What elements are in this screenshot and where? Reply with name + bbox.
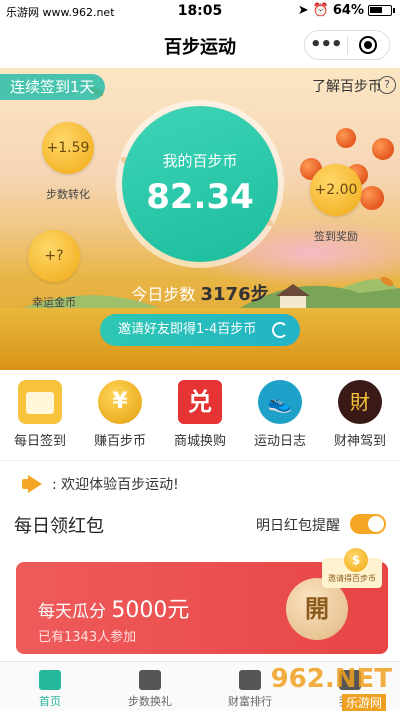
menu-label: 每日签到: [13, 434, 66, 449]
shoe-icon: 👟: [258, 380, 302, 424]
shoe-icon: [39, 670, 61, 690]
red-packet-card[interactable]: 每天瓜分 5000元 已有1343人参加 開 邀请得百步币 $: [16, 548, 388, 654]
alarm-icon: ⏰: [312, 3, 329, 18]
tab-label: 财富排行: [228, 695, 272, 708]
watermark-logo: 962.NET: [270, 664, 392, 694]
shop-icon: 兑: [178, 380, 222, 424]
menu-item-earn-coins[interactable]: ¥ 赚百步币: [85, 380, 155, 454]
close-button[interactable]: [347, 36, 389, 54]
checkin-streak-badge: 连续签到1天: [0, 74, 105, 100]
red-packet-amount: 5000元: [111, 598, 190, 623]
notice-bar: : 欢迎体验百步运动!: [22, 474, 179, 494]
participants-count: 已有1343人参加: [38, 630, 137, 645]
section-divider: [0, 460, 400, 461]
nav-bar: 百步运动 •••: [0, 22, 400, 68]
checkin-reward-coin[interactable]: +2.00: [310, 164, 362, 216]
learn-coins-link[interactable]: 了解百步币: [312, 76, 382, 96]
ranking-icon: [239, 670, 261, 690]
my-coins-value: 82.34: [146, 177, 254, 217]
refresh-icon: [272, 322, 288, 338]
status-bar: 乐游网 www.962.net 18:05 ➤ ⏰ 64%: [0, 0, 400, 22]
remind-label: 明日红包提醒: [256, 518, 340, 534]
tab-step-gifts[interactable]: 步数换礼: [100, 662, 200, 711]
tab-label: 步数换礼: [128, 695, 172, 708]
red-packet-title: 每日领红包: [14, 516, 104, 537]
step-conversion-label: 步数转化: [46, 188, 90, 201]
hero-banner: 连续签到1天 了解百步币 ? 我的百步币 82.34 +1.59 步数转化 +2…: [0, 68, 400, 370]
remind-toggle[interactable]: [350, 514, 386, 534]
menu-label: 运动日志: [253, 434, 306, 449]
toggle-knob: [368, 516, 384, 532]
today-steps: 今日步数 3176步: [0, 280, 400, 306]
menu-label: 商城换购: [173, 434, 226, 449]
invite-coin-icon: $: [344, 548, 368, 572]
mini-program-capsule: •••: [304, 30, 390, 60]
red-packet-headline: 每天瓜分 5000元: [38, 592, 189, 624]
more-button[interactable]: •••: [305, 32, 347, 58]
my-coins-label: 我的百步币: [162, 152, 238, 170]
menu-item-fortune-god[interactable]: 財 财神驾到: [325, 380, 395, 454]
invite-friends-button[interactable]: 邀请好友即得1-4百步币: [100, 314, 300, 346]
persimmon-decoration: [372, 138, 394, 160]
steps-prefix: 今日步数: [131, 285, 196, 304]
status-right: ➤ ⏰ 64%: [297, 3, 395, 18]
notice-text: : 欢迎体验百步运动!: [52, 477, 179, 493]
menu-label: 财神驾到: [333, 434, 386, 449]
battery-icon: [368, 5, 395, 16]
menu-item-sport-log[interactable]: 👟 运动日志: [245, 380, 315, 454]
split-prefix: 每天瓜分: [38, 602, 106, 622]
persimmon-decoration: [360, 186, 384, 210]
steps-value: 3176: [200, 284, 251, 305]
feature-menu: 每日签到 ¥ 赚百步币 兑 商城换购 👟 运动日志 財 财神驾到: [0, 380, 400, 454]
gift-icon: [139, 670, 161, 690]
step-conversion-coin[interactable]: +1.59: [42, 122, 94, 174]
invite-label: 邀请好友即得1-4百步币: [118, 322, 257, 337]
megaphone-icon: [22, 475, 44, 493]
lucky-coin[interactable]: +?: [28, 230, 80, 282]
coin-icon: ¥: [98, 380, 142, 424]
god-icon: 財: [338, 380, 382, 424]
battery-percent: 64%: [332, 3, 364, 18]
battery-fill: [370, 7, 383, 13]
tab-home[interactable]: 首页: [0, 662, 100, 711]
calendar-icon: [18, 380, 62, 424]
location-icon: ➤: [297, 3, 309, 18]
tab-label: 首页: [39, 695, 61, 708]
watermark-text: 乐游网: [341, 694, 386, 711]
my-coins-circle[interactable]: 我的百步币 82.34: [122, 106, 278, 262]
target-icon: [359, 36, 378, 54]
menu-item-shop[interactable]: 兑 商城换购: [165, 380, 235, 454]
persimmon-decoration: [336, 128, 356, 148]
menu-label: 赚百步币: [93, 434, 146, 449]
help-icon[interactable]: ?: [378, 76, 396, 94]
checkin-reward-label: 签到奖励: [314, 230, 358, 243]
steps-unit: 步: [250, 284, 269, 305]
menu-item-daily-checkin[interactable]: 每日签到: [5, 380, 75, 454]
